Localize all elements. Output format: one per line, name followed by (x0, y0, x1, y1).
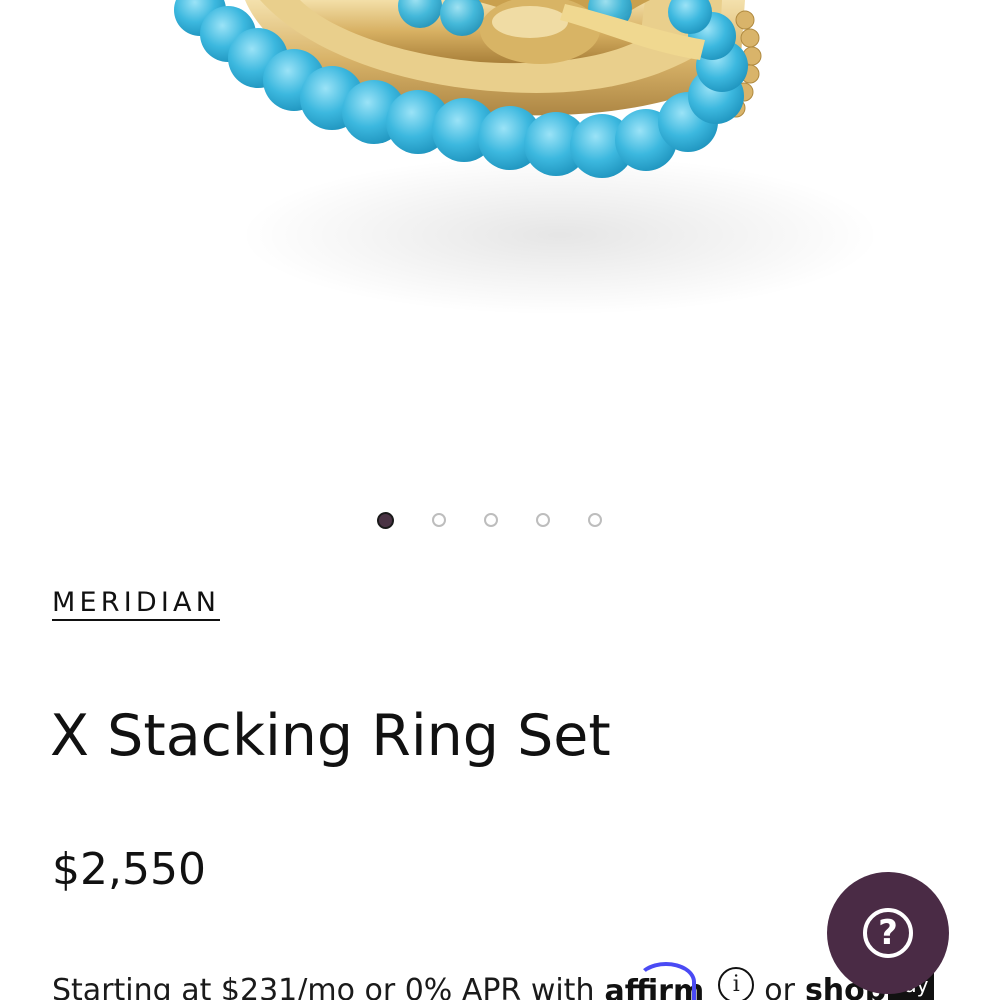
product-title: X Stacking Ring Set (50, 703, 611, 769)
carousel-dot-2[interactable] (432, 513, 446, 527)
product-page: MERIDIAN X Stacking Ring Set $2,550 Star… (0, 0, 1000, 1000)
financing-line: Starting at $231/mo or 0% APR with affir… (52, 962, 934, 1000)
carousel-dots (377, 512, 602, 529)
help-button[interactable]: ? (827, 872, 949, 994)
affirm-logo[interactable]: affirm (604, 962, 704, 1000)
brand-link[interactable]: MERIDIAN (52, 588, 221, 621)
financing-text: Starting at $231/mo or 0% APR with (52, 973, 595, 1000)
ring-illustration (174, 0, 880, 315)
product-price: $2,550 (52, 844, 206, 895)
product-image[interactable] (0, 0, 1000, 480)
carousel-dot-5[interactable] (588, 513, 602, 527)
question-mark-icon: ? (863, 908, 913, 958)
carousel-dot-1[interactable] (377, 512, 394, 529)
financing-connector: or (764, 973, 795, 1000)
carousel-dot-4[interactable] (536, 513, 550, 527)
carousel-dot-3[interactable] (484, 513, 498, 527)
info-icon[interactable]: i (718, 967, 755, 1000)
affirm-arc-icon (636, 962, 697, 1000)
